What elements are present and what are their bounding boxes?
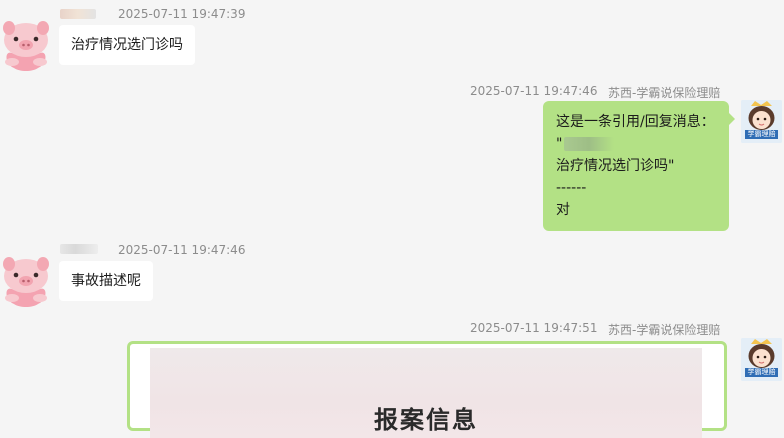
card-preview: 报案信息 xyxy=(150,348,702,438)
contact-name-redacted xyxy=(60,244,98,254)
message-timestamp: 2025-07-11 19:47:51 xyxy=(470,321,598,335)
quote-header: 这是一条引用/回复消息： xyxy=(556,114,715,130)
reply-text: 对 xyxy=(556,202,570,218)
contact-name-redacted xyxy=(60,9,96,19)
message-timestamp: 2025-07-11 19:47:39 xyxy=(118,7,246,21)
quote-open-mark: " xyxy=(556,136,563,152)
avatar-badge: 学霸理赔 xyxy=(747,368,776,376)
self-avatar[interactable]: 学霸理赔 xyxy=(741,100,782,143)
quote-text: 治疗情况选门诊吗" xyxy=(556,158,675,174)
incoming-message-bubble[interactable]: 治疗情况选门诊吗 xyxy=(59,25,195,65)
message-timestamp: 2025-07-11 19:47:46 xyxy=(470,84,598,98)
incoming-message-bubble[interactable]: 事故描述呢 xyxy=(59,261,153,301)
sender-name: 苏西-学霸说保险理赔 xyxy=(608,323,721,337)
quote-author-line: " xyxy=(556,133,715,155)
message-timestamp: 2025-07-11 19:47:46 xyxy=(118,243,246,257)
card-title: 报案信息 xyxy=(374,406,478,434)
quote-separator: ------ xyxy=(556,180,587,196)
quote-author-redacted xyxy=(564,137,615,151)
report-info-card[interactable]: 报案信息 xyxy=(127,341,727,438)
contact-avatar[interactable] xyxy=(0,250,52,310)
sender-name: 苏西-学霸说保险理赔 xyxy=(608,86,721,100)
outgoing-message-bubble[interactable]: 这是一条引用/回复消息： " 治疗情况选门诊吗" ------ 对 xyxy=(543,101,735,231)
pig-avatar-icon xyxy=(3,257,49,307)
self-avatar[interactable]: 学霸理赔 xyxy=(741,338,782,381)
contact-avatar[interactable] xyxy=(0,14,52,74)
pig-avatar-icon xyxy=(3,21,49,71)
avatar-badge: 学霸理赔 xyxy=(747,130,776,138)
